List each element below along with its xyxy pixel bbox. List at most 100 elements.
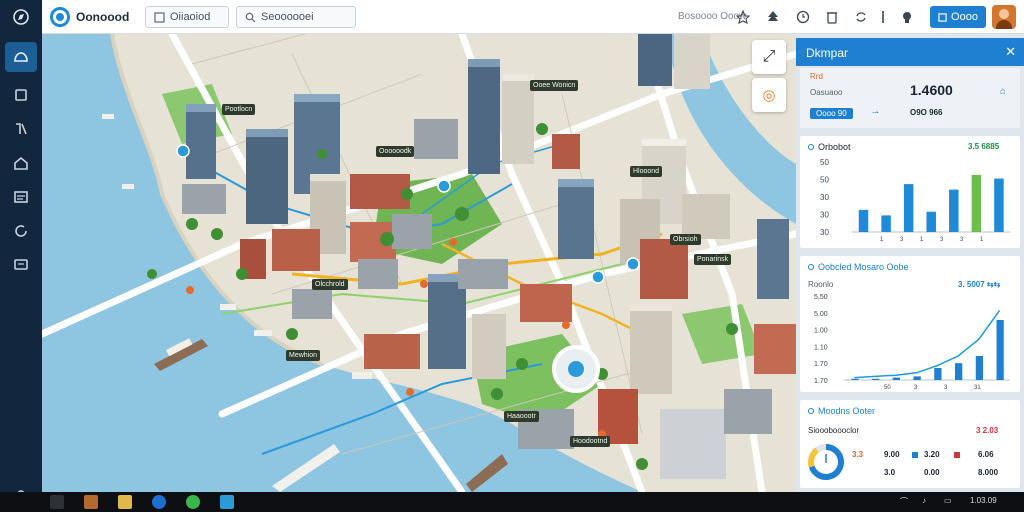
map-label[interactable]: Hlooond: [630, 166, 663, 177]
summary-value: 1.4600: [910, 82, 953, 98]
files-icon[interactable]: [118, 495, 132, 509]
summary-caption: Oasuaoo: [810, 88, 843, 97]
bar: [949, 189, 959, 232]
map-label[interactable]: Oooooodk: [376, 146, 415, 157]
bar: [872, 378, 880, 380]
y-tick-label: 50: [820, 158, 829, 167]
map-label[interactable]: Obrsioh: [670, 234, 701, 245]
bar: [913, 376, 921, 380]
legend-swatch: [912, 452, 918, 458]
stat-value: 8.000: [978, 468, 999, 477]
shield-icon[interactable]: [898, 8, 916, 26]
stat-value: 3.3: [852, 450, 864, 459]
top-bar: Oonoood Oiiaoiod Seoooooei Bosoooo Ooow: [42, 0, 1024, 34]
stat-value: 9.00: [884, 450, 900, 459]
x-tick-label: 1: [980, 237, 984, 243]
x-tick-label: 3: [944, 385, 948, 391]
refresh-icon[interactable]: [5, 216, 37, 246]
app-logo: [50, 7, 70, 27]
bar: [903, 184, 914, 232]
bar: [955, 363, 963, 380]
y-tick-label: 1.70: [814, 361, 828, 368]
volume-icon[interactable]: ♪: [922, 496, 926, 505]
x-tick-label: 50: [884, 385, 891, 391]
compass-icon[interactable]: [5, 2, 37, 32]
stat-value: 3.20: [924, 450, 940, 459]
summary-label: Rrd: [810, 72, 823, 81]
x-tick-label: 31: [974, 385, 981, 391]
expand-icon[interactable]: ⤢: [752, 40, 786, 74]
legend-swatch: [954, 452, 960, 458]
list-icon[interactable]: [5, 182, 37, 212]
panel-title: Dkmpar: [806, 46, 849, 60]
tab-search[interactable]: Seoooooei: [236, 6, 356, 28]
app-title: Oonoood: [76, 10, 130, 24]
message-icon[interactable]: [5, 250, 37, 280]
bar: [996, 320, 1004, 380]
start-icon[interactable]: [50, 495, 64, 509]
stat-value: 6.06: [978, 450, 994, 459]
sync-icon[interactable]: [852, 8, 870, 26]
bar: [881, 215, 891, 232]
browser-icon[interactable]: [152, 495, 166, 509]
tree-icon[interactable]: [764, 8, 782, 26]
avatar[interactable]: [992, 5, 1016, 29]
network-icon[interactable]: ⌒: [900, 496, 908, 507]
primary-action-label: Oooo: [951, 11, 978, 23]
arrow-icon: ⇀: [872, 108, 879, 117]
clock-icon[interactable]: [794, 8, 812, 26]
lock-icon: ⌂: [1000, 86, 1007, 97]
stats-panel: Dkmpar ✕ Rrd Oasuaoo 1.4600 ⌂ Oooo 90 ⇀ …: [796, 34, 1024, 492]
close-icon[interactable]: ✕: [1005, 44, 1016, 60]
map-label[interactable]: Ponarinsk: [694, 254, 732, 265]
map-icon[interactable]: [5, 42, 37, 72]
donut-chart[interactable]: [806, 442, 846, 482]
pin-icon[interactable]: [734, 8, 752, 26]
donut-slice: [815, 444, 827, 453]
bar-chart-2[interactable]: 5,50 5.00 1.00 1.10 1.70 1.70 50 3 3 31: [800, 256, 1020, 392]
layers-icon[interactable]: [5, 80, 37, 110]
city-map[interactable]: Pootlocn Oooooodk Ooee Wonicn Hlooond Ol…: [42, 34, 796, 492]
map-label[interactable]: Ooee Wonicn: [530, 80, 579, 91]
more-icon[interactable]: [874, 8, 892, 26]
x-tick-label: 3: [960, 237, 964, 243]
folder-icon[interactable]: [84, 495, 98, 509]
maps-app-icon[interactable]: [220, 495, 234, 509]
bar: [975, 356, 984, 380]
route-icon[interactable]: [5, 114, 37, 144]
y-tick-label: 30: [820, 228, 829, 237]
map-label[interactable]: Mewhion: [286, 350, 321, 361]
panel-header: Dkmpar ✕: [796, 38, 1024, 66]
x-tick-label: 3: [900, 237, 904, 243]
y-tick-label: 5,50: [814, 294, 828, 301]
bar-chart-1[interactable]: 50 50 30 30 30 1 3 1 3 3 1: [800, 136, 1020, 248]
chat-icon[interactable]: [186, 495, 200, 509]
primary-action-button[interactable]: Oooo: [930, 6, 986, 28]
y-tick-label: 30: [820, 211, 829, 220]
home-icon[interactable]: [5, 148, 37, 178]
chart-card-1: Orbobot 3.5 6885 50 50 30 30 30 1 3 1 3 3 1: [800, 136, 1020, 248]
map-label[interactable]: Hoodootnd: [570, 436, 611, 447]
card3-subtitle: Sioooboooclor: [808, 426, 860, 435]
map-label[interactable]: Haaoootr: [504, 411, 539, 422]
y-tick-label: 5.00: [814, 311, 828, 318]
search-icon: [245, 12, 256, 23]
tab-first[interactable]: Oiiaoiod: [145, 6, 229, 28]
battery-icon[interactable]: ▭: [944, 496, 952, 505]
x-tick-label: 1: [880, 237, 884, 243]
x-tick-label: 3: [914, 385, 918, 391]
trash-icon[interactable]: [823, 8, 841, 26]
map-canvas[interactable]: [42, 34, 796, 492]
clock-display: 1.03.09: [970, 496, 997, 505]
stat-value: 0.00: [924, 468, 940, 477]
y-tick-label: 30: [820, 193, 829, 202]
locate-icon[interactable]: ◎: [752, 78, 786, 112]
map-label[interactable]: Olcchrold: [312, 279, 348, 290]
window-icon: [154, 12, 165, 23]
tab-label: Seoooooei: [261, 11, 314, 23]
summary-card: Rrd Oasuaoo 1.4600 ⌂ Oooo 90 ⇀ O9O 966: [800, 68, 1020, 128]
app-window: Oonoood Oiiaoiod Seoooooei Bosoooo Ooow: [0, 0, 1024, 512]
map-label[interactable]: Pootlocn: [222, 104, 256, 115]
chart-card-2: Oobcled Mosaro Oobe Roonlo 3. 5007 ⇆⇆ 5,…: [800, 256, 1020, 392]
summary-pill[interactable]: Oooo 90: [810, 108, 853, 119]
